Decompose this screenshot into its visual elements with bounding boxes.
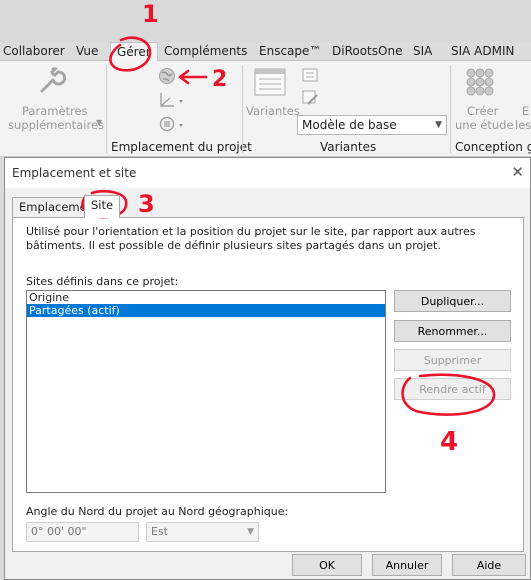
position-icon[interactable]: [158, 115, 184, 133]
variants-combo-value: Modèle de base: [302, 118, 397, 132]
angle-value: 0° 00' 00": [31, 525, 87, 538]
tab-complements[interactable]: Compléments: [164, 42, 247, 61]
panel-separator: [450, 65, 451, 153]
help-button[interactable]: Aide: [452, 554, 526, 576]
ok-button[interactable]: OK: [292, 554, 362, 576]
chevron-down-icon: ▼: [247, 527, 254, 537]
variants-label[interactable]: Variantes: [246, 104, 300, 118]
variants-combo[interactable]: Modèle de base ▼: [297, 115, 447, 135]
variants-icon[interactable]: [253, 67, 287, 97]
tab-site[interactable]: Site: [84, 195, 121, 218]
coordinates-icon[interactable]: [158, 91, 184, 109]
tab-sia[interactable]: SIA: [413, 42, 432, 61]
panel-separator: [106, 65, 107, 153]
design-panel-title: Conception gé: [455, 140, 531, 154]
create-study-label-line2[interactable]: une étude: [455, 118, 514, 132]
make-active-button[interactable]: Rendre actif: [394, 378, 511, 400]
location-site-dialog: Emplacement et site ✕ Emplacement Site U…: [4, 157, 531, 580]
ribbon-panel: Paramètres supplémentaires ▼ Emplacement…: [0, 61, 531, 157]
params-label-line1[interactable]: Paramètres: [22, 104, 88, 118]
annotation-step-1: 1: [142, 0, 159, 28]
close-icon[interactable]: ✕: [511, 163, 524, 181]
site-tab-page: Utilisé pour l'orientation et la positio…: [12, 217, 524, 552]
add-variant-icon[interactable]: [302, 68, 318, 82]
site-description: Utilisé pour l'orientation et la positio…: [26, 225, 476, 252]
duplicate-button[interactable]: Dupliquer...: [394, 290, 511, 312]
tab-sia-admin[interactable]: SIA ADMIN: [451, 42, 515, 61]
angle-north-label: Angle du Nord du projet au Nord géograph…: [26, 505, 289, 518]
chevron-down-icon[interactable]: ▼: [96, 116, 102, 130]
cancel-button[interactable]: Annuler: [372, 554, 442, 576]
dialog-titlebar[interactable]: Emplacement et site ✕: [5, 158, 530, 188]
list-item[interactable]: Origine: [27, 291, 385, 304]
dialog-title: Emplacement et site: [12, 166, 137, 180]
edit-variant-icon[interactable]: [302, 90, 318, 106]
sites-listbox[interactable]: Origine Partagées (actif): [26, 290, 386, 493]
location-panel-title: Emplacement du projet: [111, 140, 252, 154]
list-item[interactable]: Partagées (actif): [27, 304, 385, 317]
globe-location-icon[interactable]: [158, 67, 176, 85]
tab-dirootsone[interactable]: DiRootsOne: [332, 42, 402, 61]
panel-separator: [242, 65, 243, 153]
angle-input[interactable]: 0° 00' 00": [26, 522, 139, 542]
wrench-icon[interactable]: [36, 67, 66, 97]
tab-enscape[interactable]: Enscape™: [259, 42, 321, 61]
tab-vue[interactable]: Vue: [76, 42, 98, 61]
explore-label-line2[interactable]: les: [515, 118, 531, 132]
direction-select[interactable]: Est ▼: [146, 522, 259, 542]
params-label-line2[interactable]: supplémentaires: [8, 118, 104, 132]
rename-button[interactable]: Renommer...: [394, 320, 511, 342]
tab-collaborer[interactable]: Collaborer: [3, 42, 65, 61]
variants-panel-title: Variantes: [320, 140, 377, 154]
sites-list-label: Sites définis dans ce projet:: [26, 275, 179, 288]
delete-button[interactable]: Supprimer: [394, 349, 511, 371]
ribbon-tab-bar: Collaborer Vue Gérer Compléments Enscape…: [0, 42, 531, 62]
chevron-down-icon: ▼: [435, 120, 442, 130]
generative-design-icon[interactable]: [465, 67, 495, 97]
tab-gerer[interactable]: Gérer: [110, 42, 158, 62]
create-study-label-line1[interactable]: Créer: [467, 104, 498, 118]
direction-value: Est: [151, 525, 168, 538]
explore-label-line1[interactable]: E: [522, 104, 529, 118]
